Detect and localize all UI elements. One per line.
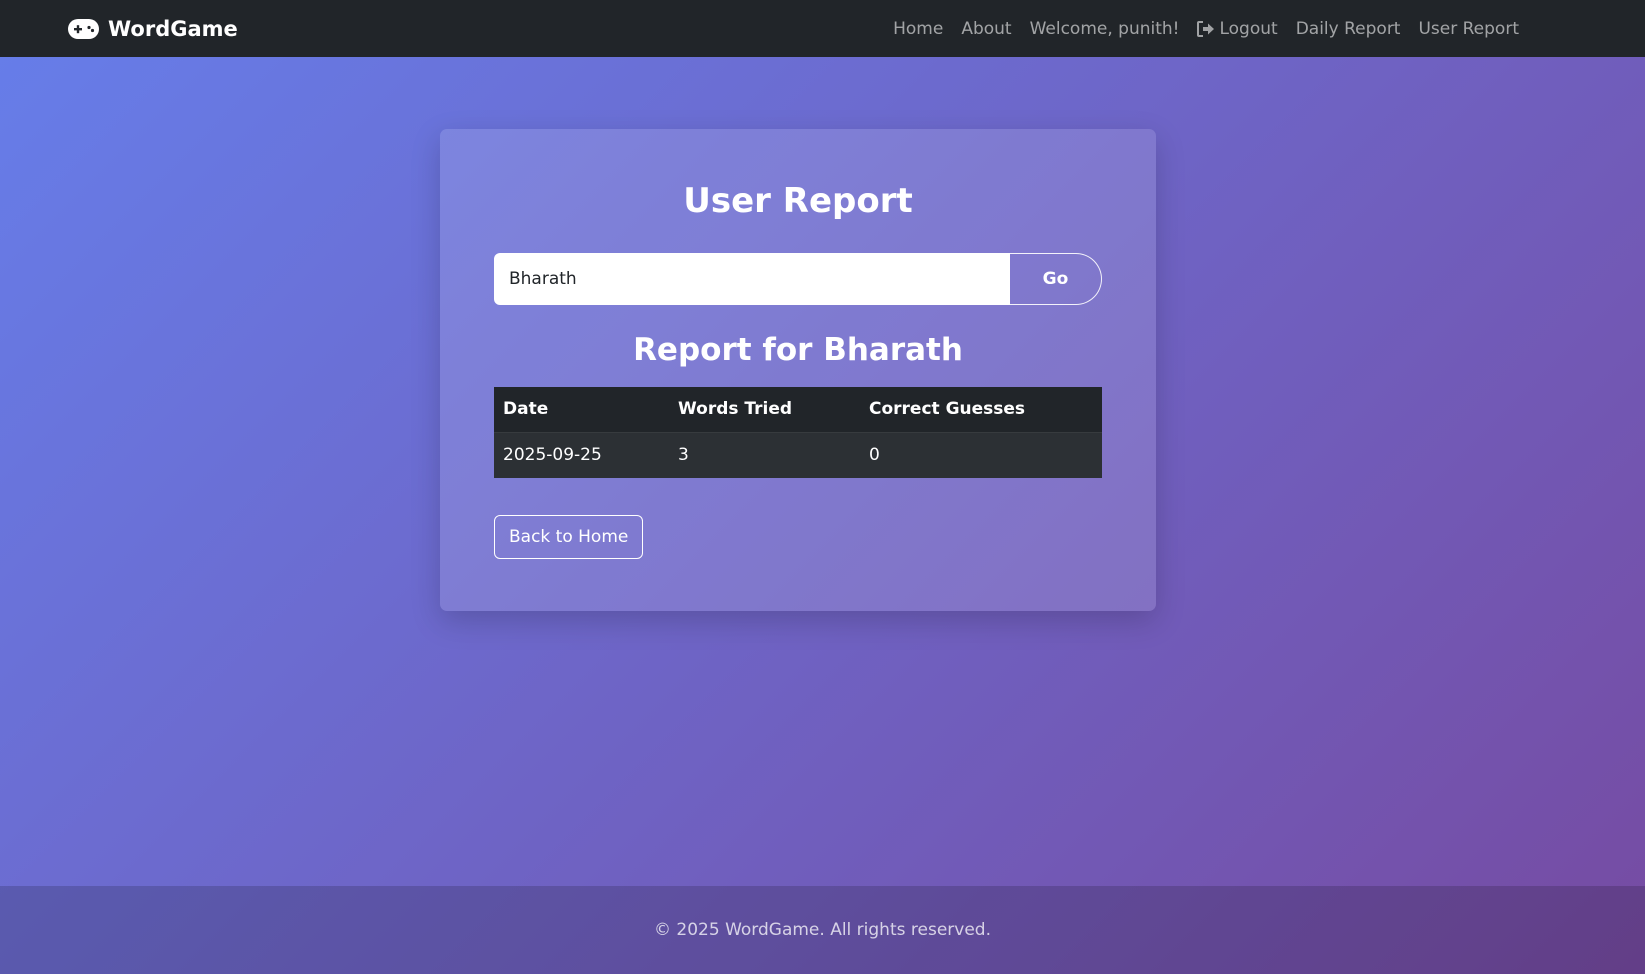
column-header-date: Date xyxy=(494,387,669,433)
brand-label: WordGame xyxy=(108,16,238,41)
nav-link-label: Home xyxy=(893,18,944,39)
top-navbar: WordGame Home About Welcome, punith! Log… xyxy=(0,0,1645,57)
user-search-form: Go xyxy=(494,253,1102,305)
nav-link-logout[interactable]: Logout xyxy=(1197,18,1278,39)
report-heading: Report for Bharath xyxy=(633,332,963,368)
table-row: 2025-09-25 3 0 xyxy=(494,432,1102,478)
nav-link-label: Logout xyxy=(1219,18,1278,39)
nav-welcome-user[interactable]: Welcome, punith! xyxy=(1030,19,1180,39)
table-header-row: Date Words Tried Correct Guesses xyxy=(494,387,1102,433)
username-input[interactable] xyxy=(494,253,1010,305)
logout-icon xyxy=(1197,20,1215,37)
nav-link-daily-report[interactable]: Daily Report xyxy=(1296,19,1401,39)
nav-link-user-report[interactable]: User Report xyxy=(1418,19,1519,39)
nav-link-label: Daily Report xyxy=(1295,18,1401,39)
gamepad-icon xyxy=(68,18,99,39)
user-report-card: User Report Go Report for Bharath Date W… xyxy=(440,129,1156,611)
nav-link-label: Welcome, punith! xyxy=(1029,18,1180,39)
cell-correct-guesses: 0 xyxy=(860,432,1102,478)
page-title: User Report xyxy=(683,181,913,221)
page-footer: © 2025 WordGame. All rights reserved. xyxy=(0,886,1645,974)
cell-date: 2025-09-25 xyxy=(494,432,669,478)
nav-link-label: User Report xyxy=(1418,18,1519,39)
go-button[interactable]: Go xyxy=(1010,253,1102,305)
column-header-words-tried: Words Tried xyxy=(669,387,860,433)
nav-link-home[interactable]: Home xyxy=(893,19,943,39)
nav-link-about[interactable]: About xyxy=(961,19,1011,39)
cell-words-tried: 3 xyxy=(669,432,860,478)
back-to-home-button[interactable]: Back to Home xyxy=(494,515,644,559)
brand-link[interactable]: WordGame xyxy=(68,0,238,57)
report-table: Date Words Tried Correct Guesses 2025-09… xyxy=(494,387,1102,478)
nav-links: Home About Welcome, punith! Logout Daily… xyxy=(893,0,1519,57)
footer-copyright: © 2025 WordGame. All rights reserved. xyxy=(654,920,991,940)
nav-link-label: About xyxy=(961,18,1012,39)
column-header-correct-guesses: Correct Guesses xyxy=(860,387,1102,433)
